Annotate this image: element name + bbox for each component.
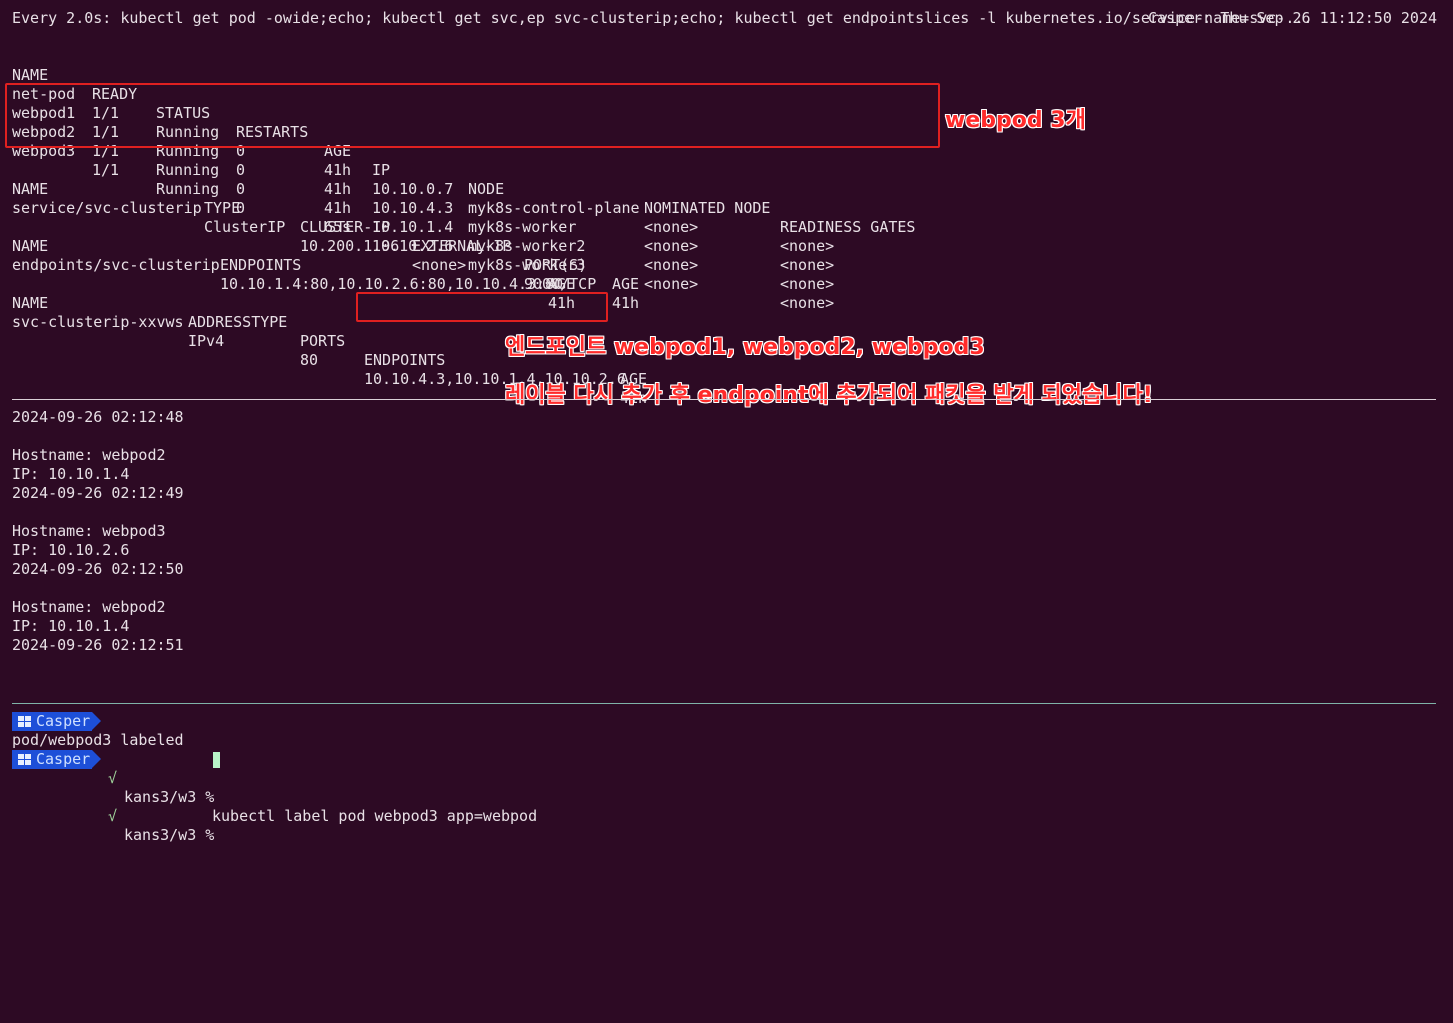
shell-output: pod/webpod3 labeled	[12, 731, 184, 749]
prompt-host: Casper	[36, 712, 91, 730]
prompt-host: Casper	[36, 750, 91, 768]
service-name: service/svc-clusterip	[12, 199, 202, 217]
output-line: IP: 10.10.1.4	[12, 617, 130, 635]
endpoints-table-header: NAME ENDPOINTS AGE	[12, 218, 575, 293]
shell-prompt-active[interactable]: Casper √ kans3/w3 %	[12, 750, 312, 844]
endpointslice-name: svc-clusterip-xxvws	[12, 313, 184, 331]
endpoints-annotation: 엔드포인트 webpod1, webpod2, webpod3	[505, 335, 985, 360]
prompt-host-segment: Casper	[12, 712, 92, 731]
column-header: NODE	[468, 180, 505, 198]
service-external-ip: <none>	[412, 256, 467, 274]
pod-age: 41h	[324, 180, 352, 198]
output-line: Hostname: webpod2	[12, 598, 166, 616]
output-line: 2024-09-26 02:12:48	[12, 408, 184, 426]
terminal-cursor[interactable]	[213, 752, 220, 768]
column-header: EXTERNAL-IP	[412, 237, 512, 255]
column-header: IP	[372, 161, 391, 179]
output-line: Hostname: webpod2	[12, 446, 166, 464]
pod-readiness-gates: <none>	[780, 237, 835, 255]
prompt-path: kans3/w3 %	[124, 788, 215, 806]
pod-status: Running	[156, 180, 220, 198]
windows-icon	[18, 754, 32, 766]
column-header: CLUSTER-IP	[300, 218, 391, 236]
table-row: endpoints/svc-clusterip 10.10.1.4:80,10.…	[12, 237, 575, 312]
prompt-arrow-icon	[92, 750, 101, 768]
watch-command-header: Every 2.0s: kubectl get pod -owide;echo;…	[12, 9, 1313, 27]
pod-nominated-node: <none>	[644, 218, 699, 236]
endpoints-name: endpoints/svc-clusterip	[12, 256, 220, 274]
pod-readiness-gates: <none>	[780, 294, 835, 312]
column-header: ENDPOINTS	[364, 351, 446, 369]
endpointslice-addresstype: IPv4	[188, 332, 225, 350]
output-line: 2024-09-26 02:12:51	[12, 636, 184, 654]
prompt-check: √	[108, 807, 118, 825]
windows-icon	[18, 716, 32, 728]
column-header: ENDPOINTS	[220, 256, 302, 274]
prompt-path: kans3/w3 %	[124, 826, 215, 844]
service-age: 41h	[612, 294, 640, 312]
pod-readiness-gates: <none>	[780, 256, 835, 274]
table-row: service/svc-clusterip ClusterIP 10.200.1…	[12, 180, 639, 312]
output-line: Hostname: webpod3	[12, 522, 166, 540]
label-note-annotation: 레이블 다시 추가 후 endpoint에 추가되어 패킷을 받게 되었습니다!	[505, 383, 1153, 408]
pod-ready: 1/1	[92, 161, 120, 179]
prompt-host-segment: Casper	[12, 750, 92, 769]
column-header: PORTS	[300, 332, 346, 350]
prompt-arrow-icon	[92, 712, 101, 730]
prompt-check: √	[108, 769, 118, 787]
pods-table-header: NAME READY STATUS RESTARTS AGE IP NODE N…	[12, 47, 915, 236]
pod-node: myk8s-control-plane	[468, 199, 640, 217]
column-header: TYPE	[204, 199, 241, 217]
pod-restarts: 0	[236, 161, 246, 179]
webpod-count-annotation: webpod 3개	[945, 108, 1086, 133]
shell-prompt: Casper √ kans3/w3 % kubectl label pod we…	[12, 712, 712, 825]
pod-ip: 10.10.4.3	[372, 199, 454, 217]
endpointslices-table-header: NAME ADDRESSTYPE PORTS ENDPOINTS AGE	[12, 275, 647, 388]
service-type: ClusterIP	[204, 218, 286, 236]
watch-clock-header: Casper: Thu Sep 26 11:12:50 2024	[1148, 9, 1437, 27]
column-header: AGE	[612, 275, 640, 293]
pod-nominated-node: <none>	[644, 237, 699, 255]
pod-age: 41h	[324, 161, 352, 179]
output-line: 2024-09-26 02:12:49	[12, 484, 184, 502]
pod-node: myk8s-worker	[468, 218, 577, 236]
webpods-highlight-box	[5, 83, 940, 148]
pod-restarts: 0	[236, 180, 246, 198]
endpointslice-ports: 80	[300, 351, 319, 369]
column-header: PORT(S)	[524, 256, 588, 274]
services-table-header: NAME TYPE CLUSTER-IP EXTERNAL-IP PORT(S)…	[12, 161, 639, 293]
column-header: NOMINATED NODE	[644, 199, 771, 217]
pod-nominated-node: <none>	[644, 275, 699, 293]
endpoints-highlight-box	[356, 292, 608, 322]
pod-age: 41h	[324, 199, 352, 217]
pod-readiness-gates: <none>	[780, 275, 835, 293]
pod-nominated-node: <none>	[644, 256, 699, 274]
column-header: READINESS GATES	[780, 218, 916, 236]
pod-ip: 10.10.0.7	[372, 180, 454, 198]
pane-divider-top	[12, 399, 1436, 400]
pane-divider-bottom	[12, 703, 1436, 704]
pod-status: Running	[156, 161, 220, 179]
shell-command: kubectl label pod webpod3 app=webpod	[212, 807, 538, 825]
table-row: svc-clusterip-xxvws IPv4 80 10.10.4.3,10…	[12, 294, 647, 407]
column-header: ADDRESSTYPE	[188, 313, 288, 331]
output-line: 2024-09-26 02:12:50	[12, 560, 184, 578]
service-cluster-ip: 10.200.1.96	[300, 237, 400, 255]
output-line: IP: 10.10.1.4	[12, 465, 130, 483]
output-line: IP: 10.10.2.6	[12, 541, 130, 559]
